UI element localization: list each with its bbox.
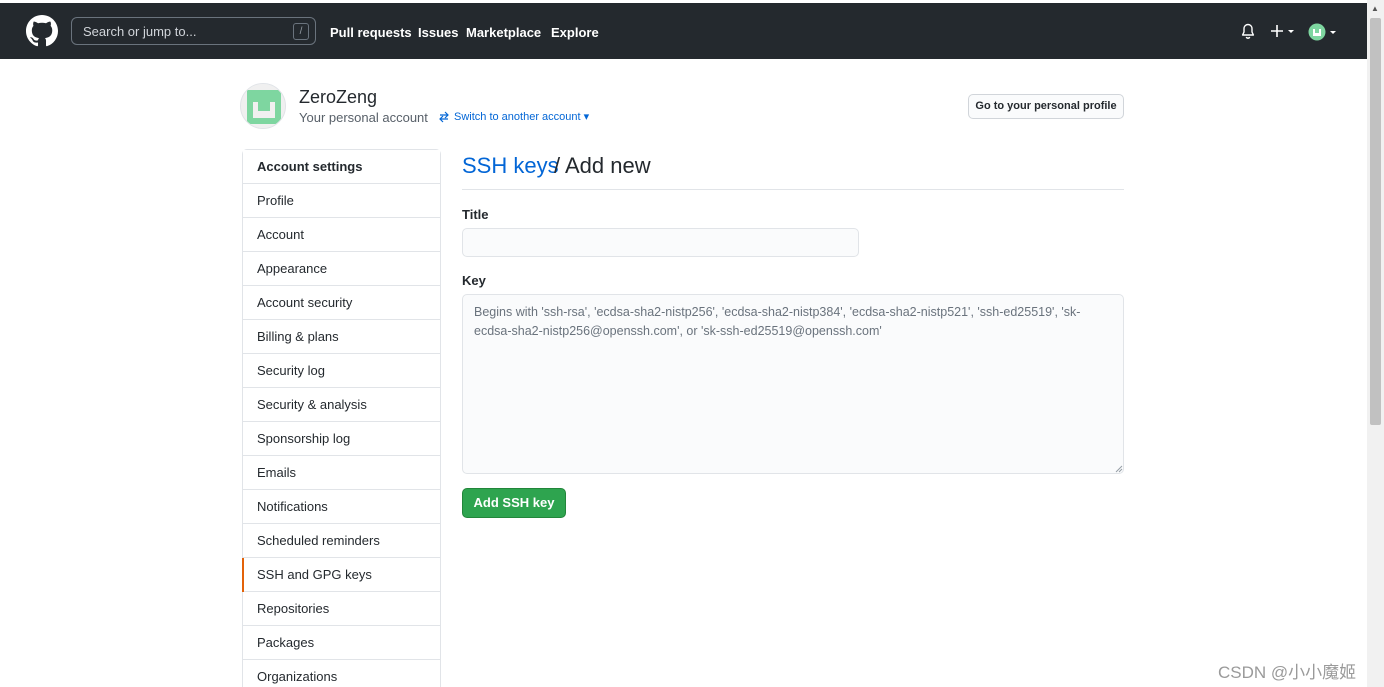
key-field-label: Key	[462, 273, 486, 288]
plus-icon[interactable]	[1270, 20, 1298, 42]
account-avatar	[240, 83, 286, 129]
bell-icon[interactable]	[1240, 23, 1256, 40]
settings-sidebar: Account settings Profile Account Appeara…	[242, 149, 441, 687]
github-logo-icon[interactable]	[26, 15, 58, 47]
nav-marketplace[interactable]: Marketplace	[466, 25, 541, 40]
switch-account-label: Switch to another account	[454, 111, 581, 123]
sidebar-item-ssh-gpg-keys[interactable]: SSH and GPG keys	[242, 558, 440, 592]
sidebar-item-sponsorship-log[interactable]: Sponsorship log	[243, 422, 440, 456]
sidebar-item-security-analysis[interactable]: Security & analysis	[243, 388, 440, 422]
sidebar-item-profile[interactable]: Profile	[243, 184, 440, 218]
sidebar-item-account-security[interactable]: Account security	[243, 286, 440, 320]
sidebar-item-scheduled-reminders[interactable]: Scheduled reminders	[243, 524, 440, 558]
header: Search or jump to... / Pull requests Iss…	[0, 3, 1367, 59]
nav-explore[interactable]: Explore	[551, 25, 599, 40]
nav-pull-requests[interactable]: Pull requests	[330, 25, 412, 40]
scrollbar-thumb[interactable]	[1370, 18, 1381, 425]
title-divider	[462, 189, 1124, 190]
add-ssh-key-button[interactable]: Add SSH key	[462, 488, 566, 518]
scroll-up-arrow-icon[interactable]: ▲	[1371, 4, 1379, 13]
search-shortcut-badge: /	[293, 23, 309, 40]
sidebar-item-organizations[interactable]: Organizations	[243, 660, 440, 687]
identicon-icon	[241, 84, 285, 128]
account-name: ZeroZeng	[299, 87, 378, 107]
title-input[interactable]	[462, 228, 859, 257]
switch-account-link[interactable]: Switch to another account ▾	[438, 110, 589, 123]
title-field-label: Title	[462, 207, 489, 222]
sidebar-item-repositories[interactable]: Repositories	[243, 592, 440, 626]
sidebar-heading: Account settings	[243, 150, 440, 184]
breadcrumb-ssh-keys-link[interactable]: SSH keys	[462, 153, 559, 179]
sidebar-item-account[interactable]: Account	[243, 218, 440, 252]
resize-grip-icon[interactable]	[1113, 463, 1123, 473]
search-input[interactable]: Search or jump to... /	[71, 17, 316, 45]
nav-issues[interactable]: Issues	[418, 25, 458, 40]
watermark-text: CSDN @小小魔姬	[1218, 663, 1357, 682]
account-subtitle: Your personal account	[299, 110, 428, 125]
go-to-profile-button[interactable]: Go to your personal profile	[968, 94, 1124, 119]
sidebar-item-billing[interactable]: Billing & plans	[243, 320, 440, 354]
search-placeholder: Search or jump to...	[83, 24, 197, 39]
sidebar-item-emails[interactable]: Emails	[243, 456, 440, 490]
key-textarea[interactable]	[462, 294, 1124, 474]
user-avatar-menu[interactable]	[1308, 23, 1340, 41]
sidebar-item-security-log[interactable]: Security log	[243, 354, 440, 388]
caret-down-icon: ▾	[580, 111, 590, 123]
sidebar-item-appearance[interactable]: Appearance	[243, 252, 440, 286]
arrows-switch-icon	[439, 111, 449, 123]
sidebar-item-packages[interactable]: Packages	[243, 626, 440, 660]
page-title: / Add new	[554, 153, 651, 178]
sidebar-item-notifications[interactable]: Notifications	[243, 490, 440, 524]
